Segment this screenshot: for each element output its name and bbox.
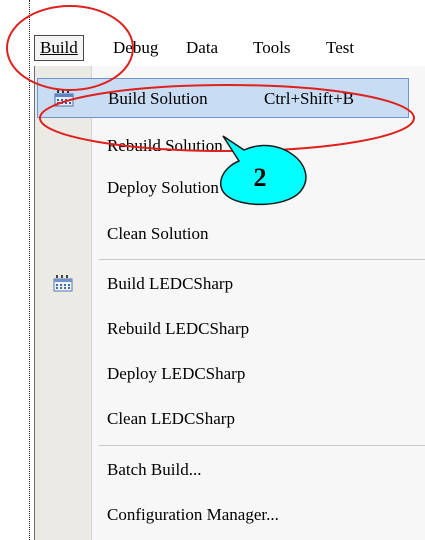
rebuild-solution-label: Rebuild Solution xyxy=(107,136,223,155)
menu-item-deploy-project[interactable]: Deploy LEDCSharp xyxy=(37,354,425,394)
build-solution-shortcut: Ctrl+Shift+B xyxy=(264,89,355,108)
build-project-label: Build LEDCSharp xyxy=(107,274,234,293)
rebuild-project-label: Rebuild LEDCSharp xyxy=(107,319,250,338)
menu-build-label: Build xyxy=(40,38,78,57)
menu-item-build-solution[interactable]: Build Solution Ctrl+Shift+B xyxy=(37,78,409,118)
deploy-project-label: Deploy LEDCSharp xyxy=(107,364,246,383)
clean-solution-label: Clean Solution xyxy=(107,224,209,243)
step-number-label: 2 xyxy=(253,163,267,192)
build-dropdown-menu: Build Solution Ctrl+Shift+B Rebuild Solu… xyxy=(34,66,425,540)
menu-item-rebuild-solution[interactable]: Rebuild Solution xyxy=(37,126,425,166)
build-solution-icon xyxy=(54,90,74,107)
menu-test[interactable]: Test xyxy=(324,36,356,60)
menu-item-configuration-manager[interactable]: Configuration Manager... xyxy=(37,495,425,535)
configuration-manager-label: Configuration Manager... xyxy=(107,505,279,524)
menu-item-deploy-solution[interactable]: Deploy Solution xyxy=(37,168,425,208)
menu-separator xyxy=(99,259,425,260)
menu-item-build-project[interactable]: Build LEDCSharp xyxy=(37,264,425,304)
menu-item-clean-solution[interactable]: Clean Solution xyxy=(37,214,425,254)
build-project-icon xyxy=(53,275,73,292)
menu-item-clean-project[interactable]: Clean LEDCSharp xyxy=(37,399,425,439)
menu-test-label: Test xyxy=(326,38,355,57)
menu-debug[interactable]: Debug xyxy=(111,36,160,60)
menu-bar: Build Debug Data Tools Test xyxy=(34,34,425,64)
menu-tools[interactable]: Tools xyxy=(251,36,293,60)
menu-debug-label: Debug xyxy=(113,38,159,57)
clean-project-label: Clean LEDCSharp xyxy=(107,409,235,428)
menu-item-batch-build[interactable]: Batch Build... xyxy=(37,450,425,490)
menu-separator xyxy=(99,445,425,446)
batch-build-label: Batch Build... xyxy=(107,460,202,479)
page-border-dotted xyxy=(29,0,30,540)
build-solution-label: Build Solution xyxy=(108,89,208,108)
menu-build[interactable]: Build xyxy=(34,35,84,61)
deploy-solution-label: Deploy Solution xyxy=(107,178,219,197)
menu-data[interactable]: Data xyxy=(184,36,220,60)
menu-item-rebuild-project[interactable]: Rebuild LEDCSharp xyxy=(37,309,425,349)
menu-tools-label: Tools xyxy=(253,38,291,57)
menu-data-label: Data xyxy=(186,38,219,57)
